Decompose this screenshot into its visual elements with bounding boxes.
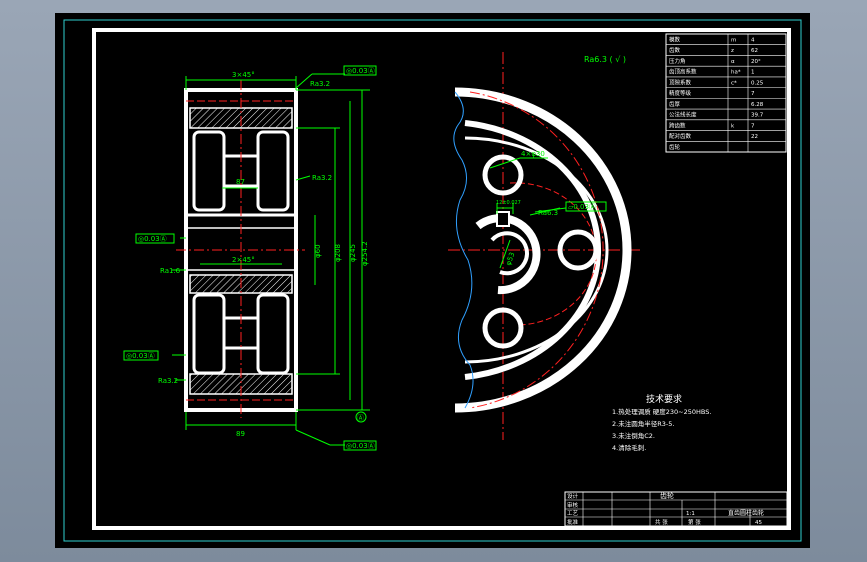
param-cell: z xyxy=(731,48,734,54)
param-cell: 配对齿数 xyxy=(669,132,692,140)
tol-lower-callout: ◎0.03Ⓐ xyxy=(126,352,155,360)
hole-label: 4×φ30 xyxy=(521,150,545,158)
tol-bottom-callout: ◎0.03Ⓐ xyxy=(346,442,375,450)
roughness-2: Ra3.2 xyxy=(312,174,332,182)
vdim-1: φ60 xyxy=(314,244,322,258)
param-cell: 7 xyxy=(751,91,755,97)
tb-sheet: 第 张 xyxy=(688,518,701,526)
gear-section-view xyxy=(176,80,305,418)
tb-label-4: 批准 xyxy=(567,518,579,526)
param-cell: 0.25 xyxy=(751,80,764,86)
tech-req-item-3: 3.未注倒角C2. xyxy=(612,431,655,440)
param-cell: 顶隙系数 xyxy=(669,78,692,86)
width-dim-label: 89 xyxy=(236,430,245,438)
param-cell: 模数 xyxy=(669,36,681,44)
param-cell: 精度等级 xyxy=(669,89,692,97)
bore-dim-label: φ53 xyxy=(504,251,516,266)
param-cell: 6.28 xyxy=(751,102,764,108)
vdim-4: φ254.2 xyxy=(361,241,369,266)
keyway xyxy=(496,211,510,227)
tb-drawing-no: 直齿圆柱齿轮 xyxy=(728,509,764,517)
tol-top-callout: ◎0.03Ⓐ xyxy=(346,67,375,75)
tech-req-item-1: 1.热处理调质 硬度230~250HBS. xyxy=(612,407,711,416)
vdim-3: φ245 xyxy=(349,244,357,262)
chamfer-mid-label: 2×45° xyxy=(232,256,255,264)
tech-req-item-2: 2.未注圆角半径R3-5. xyxy=(612,419,674,428)
tech-req-title: 技术要求 xyxy=(646,393,682,405)
param-table: 模数 m 4 齿数 z 62 压力角 α 20° 齿顶高系数 ha* 1 顶隙系数 c* 0.25 精度等级 7… xyxy=(665,33,787,153)
roughness-4: Ra3.2 xyxy=(158,377,178,385)
web-cavity-ul xyxy=(192,130,226,212)
roughness-3: Ra1.6 xyxy=(160,267,181,275)
tech-requirements: 技术要求 1.热处理调质 硬度230~250HBS. 2.未注圆角半径R3-5.… xyxy=(612,393,711,452)
front-roughness: Ra6.3 xyxy=(538,209,558,217)
param-cell: 齿顶高系数 xyxy=(669,68,697,76)
tech-req-item-4: 4.清除毛刺. xyxy=(612,443,646,452)
vdim-2: φ208 xyxy=(334,244,342,262)
tb-scale: 1:1 xyxy=(686,511,695,517)
chamfer-top-label: 3×45° xyxy=(232,71,255,79)
param-cell: α xyxy=(731,59,735,65)
cad-screen: 3×45° 2×45° 89 87 ◎0.03Ⓐ ◎0.03Ⓐ ◎0.03Ⓐ ◎… xyxy=(0,0,867,562)
gear-front-view xyxy=(448,52,640,440)
roughness-1: Ra3.2 xyxy=(310,80,330,88)
param-cell: 20° xyxy=(751,59,761,65)
param-cell: 1 xyxy=(751,70,755,76)
tb-qty: 共 张 xyxy=(655,518,668,526)
param-cell: 齿厚 xyxy=(669,101,681,108)
param-cell: 62 xyxy=(751,48,758,54)
title-block: 设计 审核 工艺 批准 齿轮 直齿圆柱齿轮 1:1 共 张 第 张 45 xyxy=(564,491,788,527)
web-cavity-lr xyxy=(256,293,290,375)
tb-material: 45 xyxy=(755,520,762,526)
param-cell: c* xyxy=(731,80,737,86)
param-cell: 39.7 xyxy=(751,113,764,119)
tol-mid-callout: ◎0.03Ⓐ xyxy=(138,235,167,243)
param-cell: 22 xyxy=(751,134,758,140)
tb-part-name: 齿轮 xyxy=(660,491,674,500)
key-dim-label: 12±0.027 xyxy=(496,200,521,206)
param-cell: 跨齿数 xyxy=(669,121,686,129)
web-cavity-ll xyxy=(192,293,226,375)
cad-drawing: 3×45° 2×45° 89 87 ◎0.03Ⓐ ◎0.03Ⓐ ◎0.03Ⓐ ◎… xyxy=(63,19,802,542)
web-cavity-ur xyxy=(256,130,290,212)
param-cell: 4 xyxy=(751,38,755,44)
param-cell: m xyxy=(731,38,736,44)
param-cell: 齿数 xyxy=(669,46,681,54)
hub-dim-label: 87 xyxy=(236,178,245,186)
front-tol: ▱0.03Ⓐ xyxy=(568,203,596,211)
tb-label-1: 设计 xyxy=(567,492,579,500)
tb-label-3: 工艺 xyxy=(567,510,579,517)
tb-label-2: 审核 xyxy=(567,501,579,509)
param-cell: 7 xyxy=(751,123,755,129)
surface-note: Ra6.3 ( √ ) xyxy=(584,55,626,64)
param-cell: 公法线长度 xyxy=(669,111,697,119)
param-cell: 齿轮 xyxy=(669,143,681,151)
param-cell: 压力角 xyxy=(669,57,686,65)
param-cell: ha* xyxy=(731,70,741,76)
